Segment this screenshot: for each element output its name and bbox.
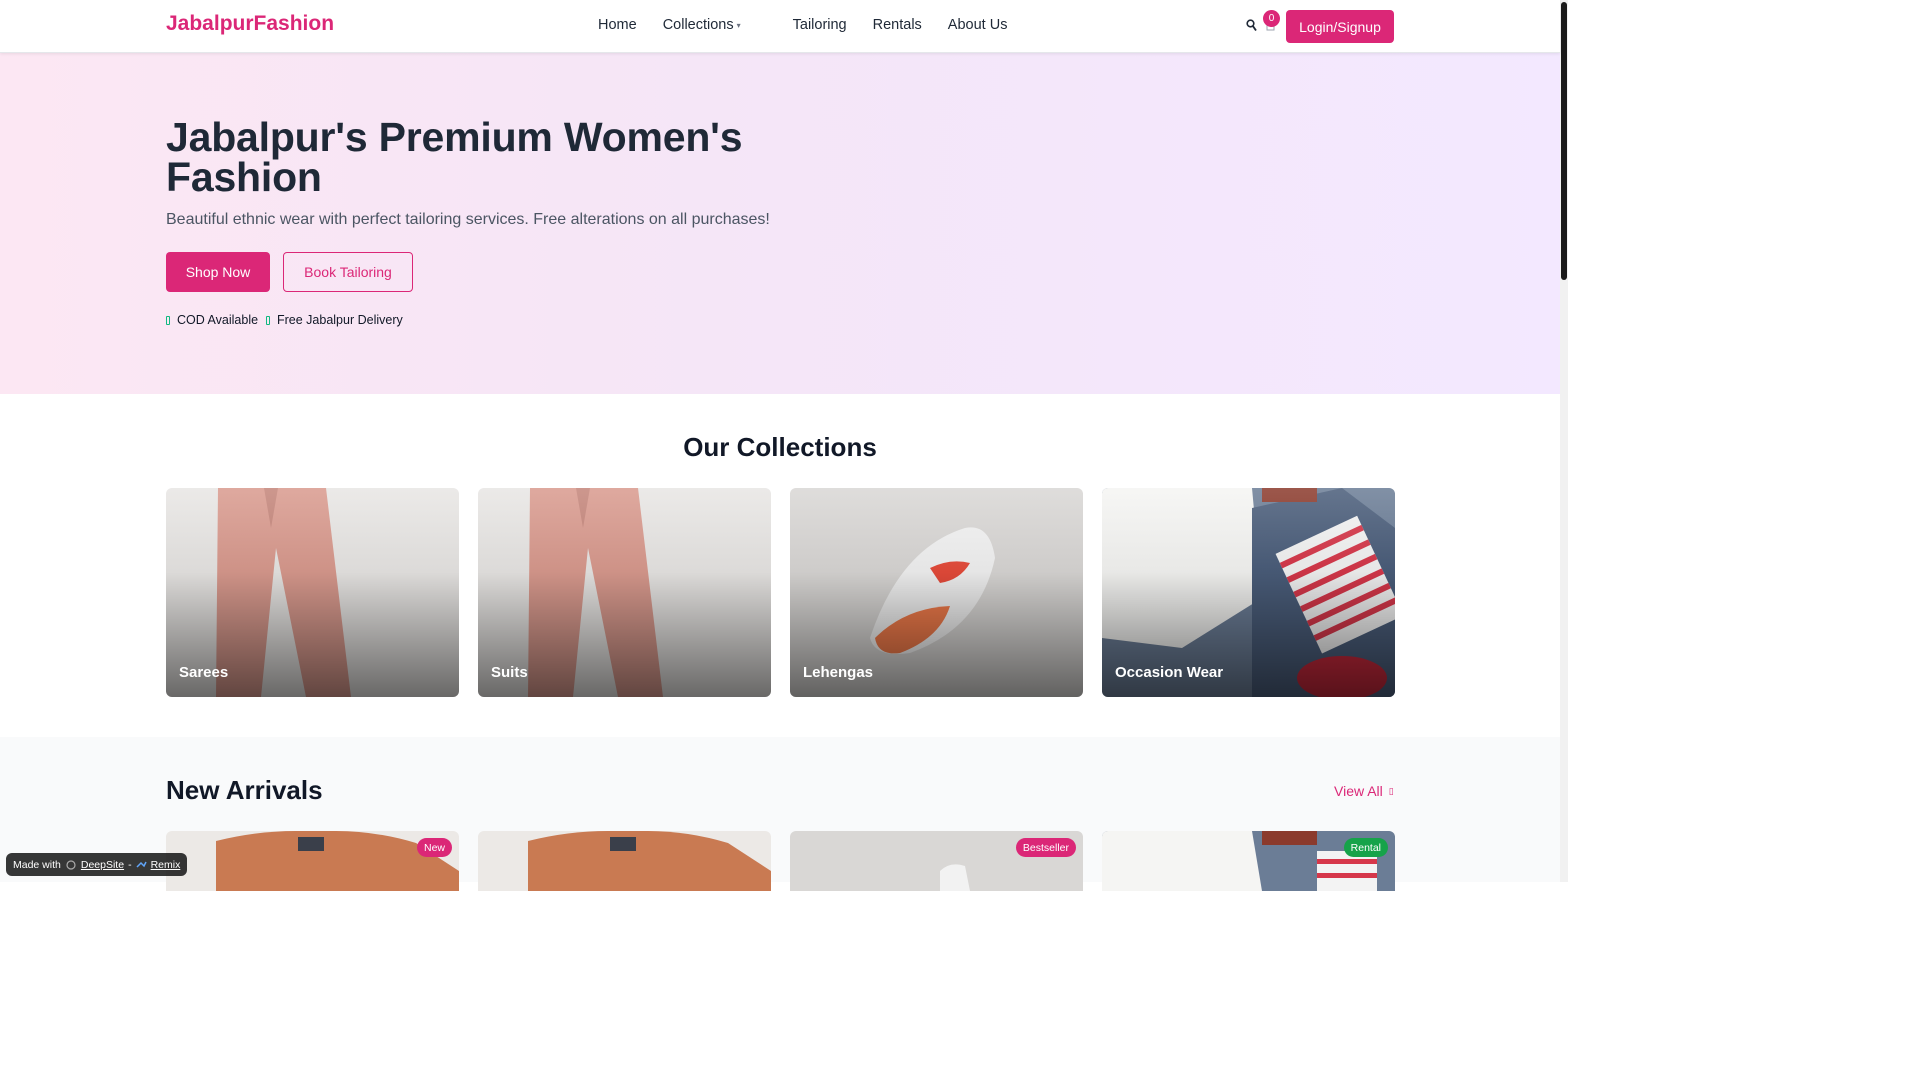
nav-tailoring[interactable]: Tailoring [793, 17, 847, 33]
new-arrivals-section: New Arrivals View All ▯ New Bestseller R… [0, 737, 1560, 891]
hero-section: Jabalpur's Premium Women's Fashion Beaut… [0, 53, 1560, 394]
made-with-label: Made with [13, 858, 61, 871]
view-all-label: View All [1334, 783, 1383, 799]
deepsite-logo-icon [66, 859, 76, 870]
check-icon [166, 315, 170, 325]
chevron-down-icon: ▾ [736, 20, 741, 30]
product-card[interactable]: New [166, 831, 459, 891]
remix-icon [136, 861, 147, 868]
arrow-right-icon: ▯ [1388, 785, 1394, 796]
nav-rentals[interactable]: Rentals [873, 17, 922, 33]
badge-bestseller: Bestseller [1015, 838, 1076, 857]
collection-label: Sarees [179, 664, 229, 681]
search-icon[interactable] [1246, 19, 1257, 32]
collection-card-sarees[interactable]: Sarees [166, 488, 459, 697]
navbar: JabalpurFashion Home Collections ▾ Tailor… [0, 0, 1560, 53]
badge-rental: Rental [1343, 838, 1388, 857]
brand-logo[interactable]: JabalpurFashion [166, 12, 334, 36]
feature-cod: COD Available [166, 313, 258, 327]
deepsite-link[interactable]: DeepSite [81, 859, 124, 871]
hero-title: Jabalpur's Premium Women's Fashion [166, 114, 743, 200]
product-image [166, 831, 459, 891]
cart-count-badge: 0 [1263, 10, 1280, 27]
product-image [478, 831, 771, 891]
badge-new: New [416, 838, 452, 857]
made-with-deepsite-badge: Made with DeepSite - Remix [6, 853, 188, 876]
new-arrivals-title: New Arrivals [166, 775, 323, 805]
collection-card-suits[interactable]: Suits [478, 488, 771, 697]
nav-collections[interactable]: Collections ▾ [663, 17, 767, 33]
nav-collections-label: Collections [662, 17, 734, 33]
feature-cod-label: COD Available [177, 313, 259, 327]
collection-card-occasion-wear[interactable]: Occasion Wear [1102, 488, 1395, 697]
truck-icon [266, 315, 270, 325]
product-card[interactable]: Bestseller [790, 831, 1083, 891]
feature-delivery-label: Free Jabalpur Delivery [277, 313, 403, 327]
product-card[interactable] [478, 831, 771, 891]
badge-separator: - [128, 858, 132, 871]
nav-home[interactable]: Home [598, 17, 637, 33]
feature-delivery: Free Jabalpur Delivery [266, 313, 403, 327]
collections-title: Our Collections [683, 432, 877, 462]
collection-label: Lehengas [803, 664, 874, 681]
collection-card-lehengas[interactable]: Lehengas [790, 488, 1083, 697]
view-all-link[interactable]: View All ▯ [1334, 783, 1394, 799]
scrollbar-thumb[interactable] [1561, 2, 1567, 280]
nav-about[interactable]: About Us [948, 17, 1008, 33]
shop-now-button[interactable]: Shop Now [166, 252, 270, 292]
book-tailoring-button[interactable]: Book Tailoring [283, 252, 413, 292]
product-card[interactable]: Rental [1102, 831, 1395, 891]
hero-subtitle: Beautiful ethnic wear with perfect tailo… [166, 211, 770, 228]
remix-link[interactable]: Remix [151, 859, 181, 871]
collection-label: Suits [491, 664, 528, 681]
collection-label: Occasion Wear [1115, 664, 1224, 681]
login-signup-button[interactable]: Login/Signup [1286, 10, 1394, 43]
main-menu: Home Collections ▾ Tailoring Rentals Abou… [598, 17, 1033, 33]
